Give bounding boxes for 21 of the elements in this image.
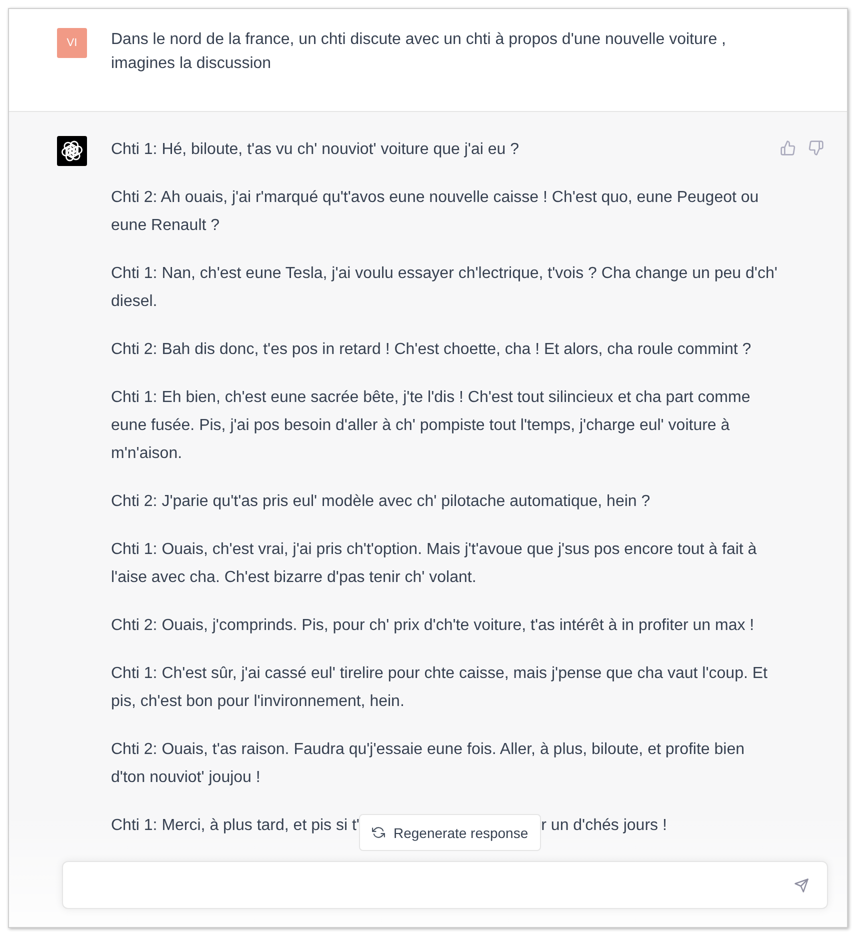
message-input[interactable] [62,861,828,909]
message-paragraph: Chti 2: J'parie qu't'as pris eul' modèle avec ch' pilotache automatique, hein ? [111,492,652,512]
message-paragraph: Chti 2: Ah ouais, j'ai r'marqué qu't'avos eune nouvelle caisse ! Ch'est quo, eune Peugeot ou eune Renault ? [111,188,760,236]
message-paragraph: Chti 1: Hé, biloute, t'as vu ch' nouviot' voiture que j'ai eu ? [111,140,520,160]
message-paragraph: Chti 1: Ch'est sûr, j'ai cassé eul' tirelire pour chte caisse, mais j'pense que cha vaut l'coup. Et pis, ch'est bon pour l'invironnement, hein. [111,664,768,712]
thumbs-up-icon[interactable] [780,140,796,156]
message-paragraph: Chti 2: Ouais, t'as raison. Faudra qu'j'essaie eune fois. Aller, à plus, biloute, et profite bien d'ton nouviot' joujou ! [111,740,746,788]
prompt-text: Dans le nord de la france, un chti discute avec un chti à propos d'une nouvelle voiture , imagines la discussion [111,30,727,74]
refresh-icon [372,826,386,839]
message-text: Chti 1: Merci, à plus tard, et pis si t' [111,816,360,836]
message-paragraph: Chti 1: Ouais, ch'est vrai, j'ai pris ch't'option. Mais j't'avoue que j'sus pos encore tout à fait à l'aise avec cha. Ch'est bizarre d'pas tenir ch' volant. [111,540,758,588]
message-paragraph: Chti 1: Eh bien, ch'est eune sacrée bête, j'te l'dis ! Ch'est tout silincieux et cha part comme eune fusée. Pis, j'ai pos besoin d'aller à ch' pompiste tout l'temps, j'charge eul' voiture à m'n'aison. [111,388,752,464]
thumbs-down-icon[interactable] [808,140,824,156]
regenerate-button[interactable]: Regenerate response [359,814,542,851]
message-paragraph: Chti 1: Nan, ch'est eune Tesla, j'ai voulu essayer ch'lectrique, t'vois ? Cha change un peu d'ch' diesel. [111,264,778,312]
message-text: r un d'chés jours ! [541,816,667,836]
logo-icon [57,136,87,166]
message-paragraph: Chti 2: Ouais, j'comprinds. Pis, pour ch' prix d'ch'te voiture, t'as intérêt à in profiter un max ! [111,616,756,636]
user-avatar: VI [57,28,87,58]
message-paragraph: Chti 2: Bah dis donc, t'es pos in retard ! Ch'est choette, cha ! Et alors, cha roule commint ? [111,340,752,360]
send-icon[interactable] [794,878,809,892]
